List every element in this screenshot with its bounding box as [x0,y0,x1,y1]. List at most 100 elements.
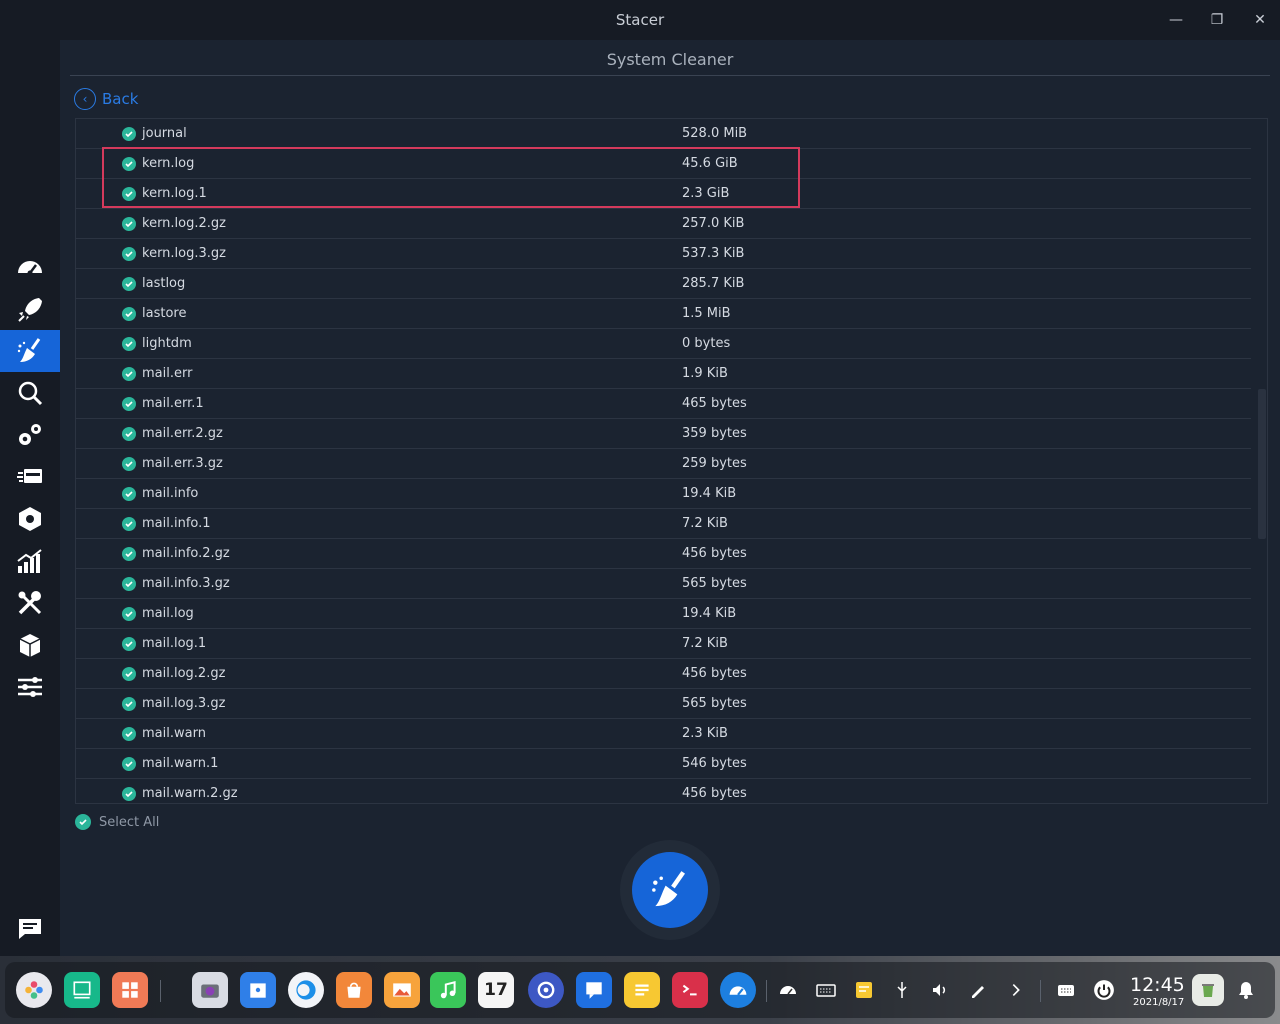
checked-icon[interactable] [122,187,136,201]
sidebar-item-dashboard[interactable] [0,246,60,288]
music-icon[interactable] [430,972,466,1008]
pen-tray-icon[interactable] [966,978,990,1002]
terminal-icon[interactable] [672,972,708,1008]
file-row[interactable]: mail.log.1 7.2 KiB [76,629,1251,659]
checked-icon[interactable] [122,367,136,381]
file-row[interactable]: mail.err.2.gz 359 bytes [76,419,1251,449]
select-all-checkbox[interactable]: Select All [75,814,159,830]
close-button[interactable]: ✕ [1249,10,1271,30]
checked-icon[interactable] [122,157,136,171]
power-icon[interactable] [1092,978,1116,1002]
onscreen-keyboard-icon[interactable] [1054,978,1078,1002]
file-row[interactable]: lastlog 285.7 KiB [76,269,1251,299]
sidebar-item-startup-apps[interactable] [0,288,60,330]
file-row[interactable]: mail.info.3.gz 565 bytes [76,569,1251,599]
launcher-icon[interactable] [16,972,52,1008]
checked-icon[interactable] [122,487,136,501]
file-row[interactable]: kern.log 45.6 GiB [76,149,1251,179]
checked-icon[interactable] [122,217,136,231]
camera-icon[interactable] [192,972,228,1008]
sidebar-item-search[interactable] [0,372,60,414]
clock-date[interactable]: 2021/8/17 [1133,997,1184,1008]
file-row[interactable]: kern.log.3.gz 537.3 KiB [76,239,1251,269]
clock-time[interactable]: 12:45 [1130,974,1185,996]
file-row[interactable]: mail.log.2.gz 456 bytes [76,659,1251,689]
file-list[interactable]: journal 528.0 MiB kern.log 45.6 GiB kern.log… [75,118,1268,804]
checked-icon[interactable] [122,667,136,681]
feedback-button[interactable] [0,908,60,950]
sidebar-item-helpers[interactable] [0,582,60,624]
notes-icon[interactable] [624,972,660,1008]
sidebar-item-system-cleaner[interactable] [0,330,60,372]
file-row[interactable]: journal 528.0 MiB [76,119,1251,149]
scrollbar-thumb[interactable] [1258,389,1266,539]
settings-icon [18,677,42,697]
minimize-button[interactable]: — [1165,10,1187,30]
file-row[interactable]: mail.err 1.9 KiB [76,359,1251,389]
sidebar-item-resources[interactable] [0,540,60,582]
calendar-icon[interactable]: 17 [478,972,514,1008]
checked-icon[interactable] [122,277,136,291]
stacer-taskbar-icon[interactable] [720,972,756,1008]
checked-icon[interactable] [122,337,136,351]
checked-icon[interactable] [122,577,136,591]
scrollbar[interactable] [1257,119,1267,803]
back-button[interactable]: ‹ Back [74,88,138,110]
file-row[interactable]: mail.warn.2.gz 456 bytes [76,779,1251,803]
services-icon [19,424,41,445]
keyboard-tray-icon[interactable] [814,978,838,1002]
checked-icon[interactable] [122,727,136,741]
trash-icon[interactable] [1192,974,1224,1006]
file-row[interactable]: mail.warn.1 546 bytes [76,749,1251,779]
sidebar-item-apt-repository[interactable] [0,624,60,666]
sidebar-item-processes[interactable] [0,456,60,498]
sidebar-item-uninstaller[interactable] [0,498,60,540]
app-store-icon[interactable] [336,972,372,1008]
checked-icon[interactable] [122,697,136,711]
file-name: mail.err [142,366,193,381]
file-row[interactable]: mail.info.1 7.2 KiB [76,509,1251,539]
control-center-icon[interactable] [112,972,148,1008]
sidebar-item-services[interactable] [0,414,60,456]
volume-tray-icon[interactable] [928,978,952,1002]
checked-icon[interactable] [122,127,136,141]
checked-icon[interactable] [122,307,136,321]
browser-icon[interactable] [288,972,324,1008]
chevron-right-icon[interactable] [1004,978,1028,1002]
multitasking-icon[interactable] [64,972,100,1008]
file-row[interactable]: mail.log 19.4 KiB [76,599,1251,629]
file-size: 19.4 KiB [682,486,737,501]
file-row[interactable]: lastore 1.5 MiB [76,299,1251,329]
usb-tray-icon[interactable] [890,978,914,1002]
file-row[interactable]: mail.info.2.gz 456 bytes [76,539,1251,569]
file-row[interactable]: kern.log.1 2.3 GiB [76,179,1251,209]
system-settings-icon[interactable] [528,972,564,1008]
maximize-button[interactable]: ❐ [1206,10,1228,30]
checked-icon[interactable] [122,247,136,261]
file-row[interactable]: mail.info 19.4 KiB [76,479,1251,509]
file-row[interactable]: mail.err.3.gz 259 bytes [76,449,1251,479]
checked-icon[interactable] [122,547,136,561]
file-size: 1.5 MiB [682,306,731,321]
notification-bell-icon[interactable] [1234,978,1258,1002]
checked-icon[interactable] [122,757,136,771]
checked-icon[interactable] [122,637,136,651]
checked-icon[interactable] [122,607,136,621]
file-row[interactable]: mail.warn 2.3 KiB [76,719,1251,749]
file-manager-icon[interactable] [240,972,276,1008]
checked-icon[interactable] [122,517,136,531]
checked-icon[interactable] [122,457,136,471]
clean-button[interactable] [620,840,720,940]
file-row[interactable]: kern.log.2.gz 257.0 KiB [76,209,1251,239]
checked-icon[interactable] [122,787,136,801]
chat-icon[interactable] [576,972,612,1008]
speedometer-tray-icon[interactable] [776,978,800,1002]
sidebar-item-settings[interactable] [0,666,60,708]
sticky-notes-tray-icon[interactable] [852,978,876,1002]
checked-icon[interactable] [122,397,136,411]
file-row[interactable]: lightdm 0 bytes [76,329,1251,359]
checked-icon[interactable] [122,427,136,441]
image-viewer-icon[interactable] [384,972,420,1008]
file-row[interactable]: mail.log.3.gz 565 bytes [76,689,1251,719]
file-row[interactable]: mail.err.1 465 bytes [76,389,1251,419]
